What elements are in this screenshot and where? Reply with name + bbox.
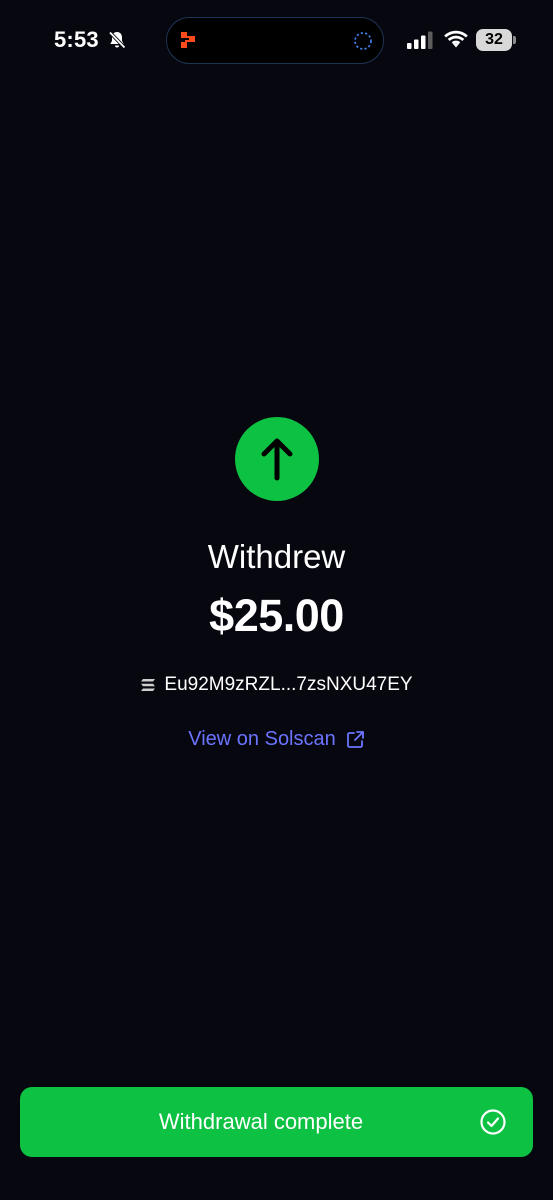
transaction-amount: $25.00: [209, 590, 344, 641]
status-time: 5:53: [54, 27, 99, 52]
transaction-title: Withdrew: [207, 538, 346, 575]
wifi-icon: [444, 30, 468, 48]
withdrawal-complete-label: Withdrawal complete: [158, 1109, 364, 1134]
activity-spinner-icon: [354, 32, 372, 50]
check-circle-icon: [480, 1109, 506, 1135]
withdrawal-complete-bar[interactable]: Withdrawal complete: [20, 1087, 533, 1157]
dynamic-island[interactable]: [166, 17, 384, 64]
app-logo-icon: [181, 32, 195, 48]
solana-icon: [141, 679, 156, 691]
external-link-icon: [346, 731, 364, 748]
withdraw-status-badge: [235, 417, 319, 501]
view-on-solscan-link[interactable]: View on Solscan: [0, 728, 553, 751]
wallet-address: Eu92M9zRZL...7zsNXU47EY: [164, 674, 413, 695]
wallet-address-row[interactable]: Eu92M9zRZL...7zsNXU47EY: [0, 674, 553, 696]
arrow-up-icon: [261, 438, 293, 481]
battery-icon: 32: [476, 29, 518, 51]
battery-level: 32: [476, 29, 512, 51]
bell-muted-icon: [108, 31, 126, 49]
status-bar: 5:53 32: [0, 0, 553, 80]
signal-icon: [407, 31, 433, 49]
solscan-link-label: View on Solscan: [188, 728, 336, 750]
battery-cap: [513, 36, 516, 44]
